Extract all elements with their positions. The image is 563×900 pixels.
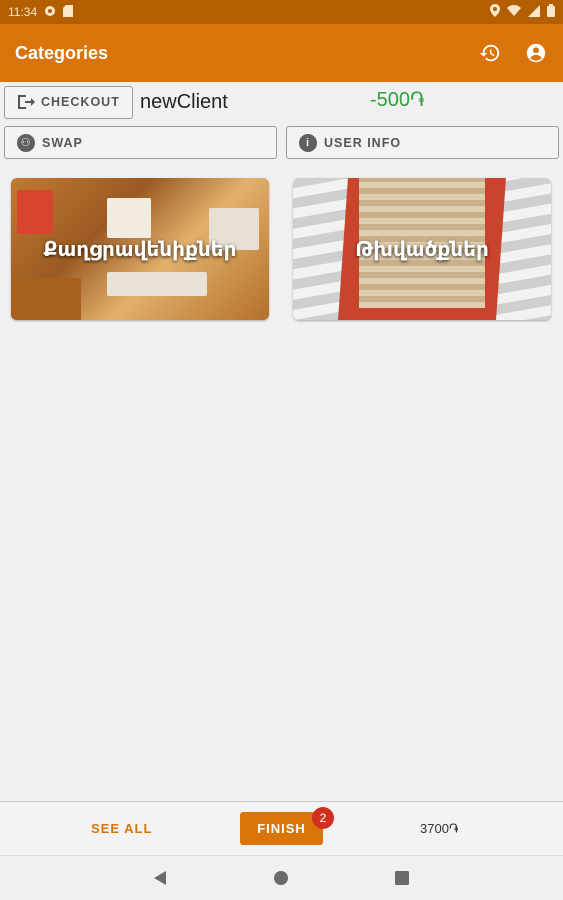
bottom-bar: SEE ALL FINISH 3700֏ (0, 801, 563, 855)
cart-count-badge: 2 (312, 807, 334, 829)
finish-button[interactable]: FINISH (240, 812, 323, 845)
recents-icon[interactable] (393, 869, 411, 887)
system-nav-bar (0, 855, 563, 900)
page-title: Categories (15, 42, 109, 63)
wifi-icon (507, 5, 521, 19)
cart-total: 3700֏ (420, 821, 459, 836)
battery-icon (547, 4, 555, 20)
info-icon: i (299, 133, 317, 152)
client-row: CHECKOUT newClient -500֏ (4, 85, 559, 119)
swap-icon: ⚇ (17, 133, 35, 152)
sd-card-icon (63, 4, 74, 20)
logout-icon (18, 95, 35, 109)
app-bar: Categories (0, 24, 563, 82)
home-icon[interactable] (272, 869, 290, 887)
category-card[interactable]: Թխվածքներ (293, 178, 551, 320)
gear-icon (44, 5, 56, 20)
checkout-button[interactable]: CHECKOUT (4, 85, 133, 119)
category-label: Թխվածքներ (355, 238, 489, 261)
client-balance: -500֏ (370, 89, 425, 111)
user-info-button[interactable]: i USER INFO (286, 126, 559, 159)
client-name: newClient (140, 90, 228, 113)
account-circle-icon[interactable] (524, 41, 548, 65)
swap-button[interactable]: ⚇ SWAP (4, 126, 277, 159)
back-icon[interactable] (151, 869, 169, 887)
history-icon[interactable] (478, 41, 502, 65)
user-info-label: USER INFO (324, 135, 402, 150)
actions-row: ⚇ SWAP i USER INFO (4, 126, 559, 159)
location-icon (490, 4, 500, 20)
status-time: 11:34 (8, 5, 38, 19)
checkout-label: CHECKOUT (41, 95, 120, 109)
see-all-button[interactable]: SEE ALL (91, 821, 152, 836)
category-label: Քաղցրավենիքներ (43, 238, 237, 261)
status-bar: 11:34 (0, 0, 563, 24)
category-card[interactable]: Քաղցրավենիքներ (11, 178, 269, 320)
swap-label: SWAP (42, 135, 83, 150)
signal-icon (528, 4, 540, 20)
